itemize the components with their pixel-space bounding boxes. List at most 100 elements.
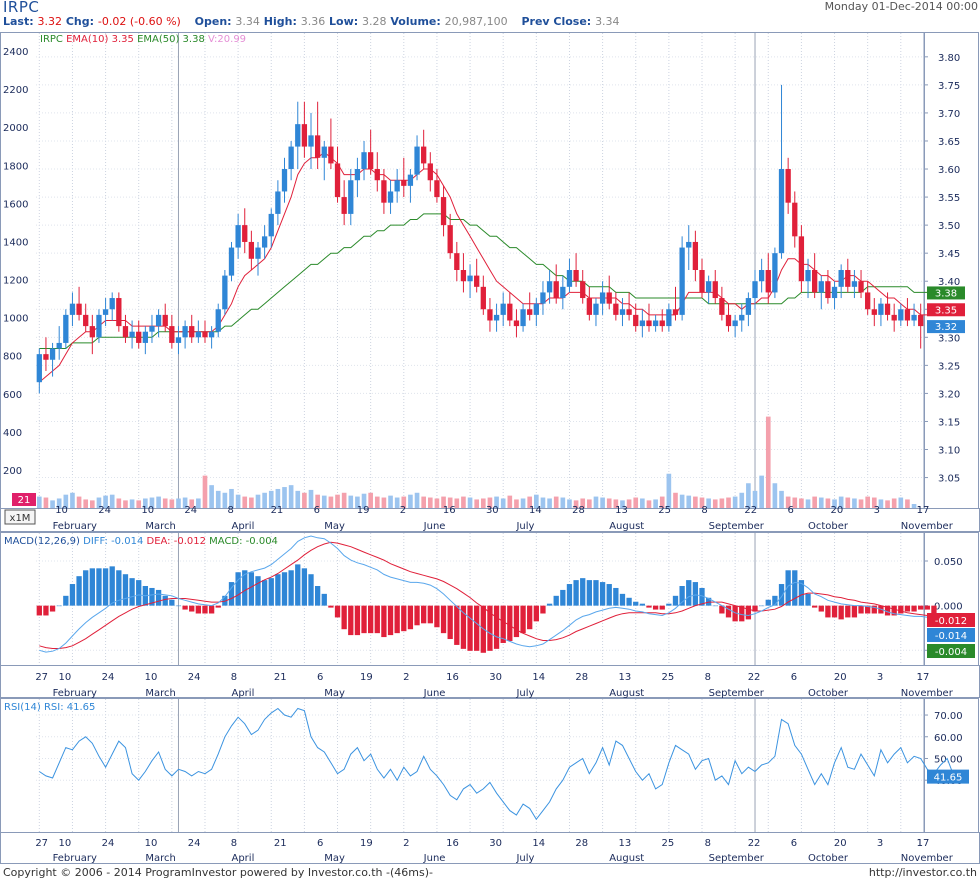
candle-body xyxy=(918,314,924,327)
candle-body xyxy=(421,146,427,164)
macd-histogram-bar xyxy=(831,605,838,618)
legend-dea: DEA: -0.012 xyxy=(146,536,206,547)
macd-histogram-bar xyxy=(527,605,533,630)
month-label: July xyxy=(515,688,534,699)
date-tick-label: 6 xyxy=(317,672,323,683)
copyright-text: Copyright © 2006 - 2014 ProgramInvestor … xyxy=(3,866,433,879)
candle-body xyxy=(845,270,851,287)
volume-bar xyxy=(567,499,572,508)
date-tick-label: 21 xyxy=(274,838,287,849)
candle-body xyxy=(666,309,672,327)
macd-histogram-bar xyxy=(208,605,215,614)
candle-body xyxy=(348,180,354,214)
macd-histogram-bar xyxy=(288,570,294,606)
date-tick-label: 3 xyxy=(877,672,883,683)
month-label: February xyxy=(53,688,97,699)
macd-histogram-bar xyxy=(275,574,281,606)
candle-body xyxy=(705,281,712,293)
candle-body xyxy=(248,241,255,259)
macd-histogram-bar xyxy=(202,605,208,614)
candle-body xyxy=(434,180,440,198)
macd-histogram-bar xyxy=(136,580,142,606)
candle-body xyxy=(732,320,738,327)
date-tick-label: 24 xyxy=(188,838,201,849)
candle-body xyxy=(354,169,361,181)
price-tick-label: 3.25 xyxy=(938,361,960,372)
volume-bar xyxy=(693,496,698,508)
stock-chart[interactable]: 3.803.753.703.653.603.553.503.453.403.35… xyxy=(0,0,980,864)
candle-body xyxy=(43,354,49,360)
volume-bar xyxy=(335,494,340,508)
volume-bar xyxy=(43,497,49,508)
price-tick-label: 3.20 xyxy=(938,389,960,400)
candle-body xyxy=(573,270,579,282)
candle-body xyxy=(215,309,221,332)
volume-bar xyxy=(845,497,851,508)
candle-body xyxy=(560,286,566,299)
macd-histogram-bar xyxy=(301,568,308,606)
volume-bar xyxy=(215,490,221,508)
candle-body xyxy=(812,270,818,293)
macd-histogram-bar xyxy=(493,605,500,649)
candle-body xyxy=(480,286,486,310)
volume-tick-label: 1400 xyxy=(3,237,28,248)
candle-body xyxy=(692,241,699,270)
candle-body xyxy=(507,303,513,321)
volume-bar xyxy=(308,489,314,508)
volume-bar xyxy=(818,497,824,508)
macd-histogram-bar xyxy=(626,597,632,606)
candle-body xyxy=(182,326,188,338)
date-tick-label: 19 xyxy=(360,838,373,849)
date-tick-label: 6 xyxy=(317,838,323,849)
macd-histogram-bar xyxy=(175,605,182,607)
macd-histogram-bar xyxy=(858,605,864,614)
candle-body xyxy=(593,303,599,315)
date-tick-label: 10 xyxy=(59,838,72,849)
date-tick-label: 24 xyxy=(98,505,111,516)
volume-bar xyxy=(772,483,778,508)
candle-body xyxy=(520,309,526,327)
volume-bar xyxy=(852,498,857,508)
date-tick-label: 30 xyxy=(489,672,502,683)
volume-bar xyxy=(474,499,480,508)
macd-histogram-bar xyxy=(387,605,394,636)
candle-body xyxy=(758,270,765,282)
volume-bar xyxy=(176,498,181,508)
candle-body xyxy=(328,146,334,164)
volume-bar xyxy=(520,498,526,508)
month-label: June xyxy=(423,521,446,532)
macd-histogram-bar xyxy=(520,605,526,634)
candle-body xyxy=(394,180,400,192)
macd-histogram-bar xyxy=(195,605,202,614)
macd-histogram-bar xyxy=(924,605,930,610)
volume-bar xyxy=(732,496,738,508)
macd-histogram-bar xyxy=(401,605,407,632)
candle-body xyxy=(76,303,82,315)
price-tick-label: 3.60 xyxy=(938,165,960,176)
price-tick-label: 3.70 xyxy=(938,109,960,120)
price-tick-label: 3.55 xyxy=(938,193,960,204)
volume-tick-label: 1600 xyxy=(3,199,28,210)
legend-volume: V:20.99 xyxy=(208,34,247,45)
volume-bar xyxy=(288,485,294,508)
macd-histogram-bar xyxy=(89,568,95,606)
month-label: July xyxy=(515,853,534,864)
macd-histogram-bar xyxy=(162,595,168,606)
volume-bar xyxy=(414,492,420,508)
month-label: September xyxy=(709,688,765,699)
date-tick-label: 13 xyxy=(615,505,628,516)
macd-histogram-bar xyxy=(341,605,347,630)
candle-body xyxy=(633,314,639,327)
month-label: September xyxy=(709,521,765,532)
macd-histogram-bar xyxy=(818,605,824,612)
volume-bar xyxy=(507,495,513,508)
macd-histogram-bar xyxy=(586,580,592,606)
site-link[interactable]: http://investor.co.th xyxy=(869,866,977,879)
macd-histogram-bar xyxy=(745,605,752,620)
candle-body xyxy=(712,281,718,299)
price-legend: IRPC EMA(10) 3.35 EMA(50) 3.38 V:20.99 xyxy=(40,34,246,45)
candle-body xyxy=(460,270,467,282)
date-tick-label: 3 xyxy=(874,505,880,516)
volume-bar xyxy=(302,492,307,508)
candle-body xyxy=(646,320,652,327)
